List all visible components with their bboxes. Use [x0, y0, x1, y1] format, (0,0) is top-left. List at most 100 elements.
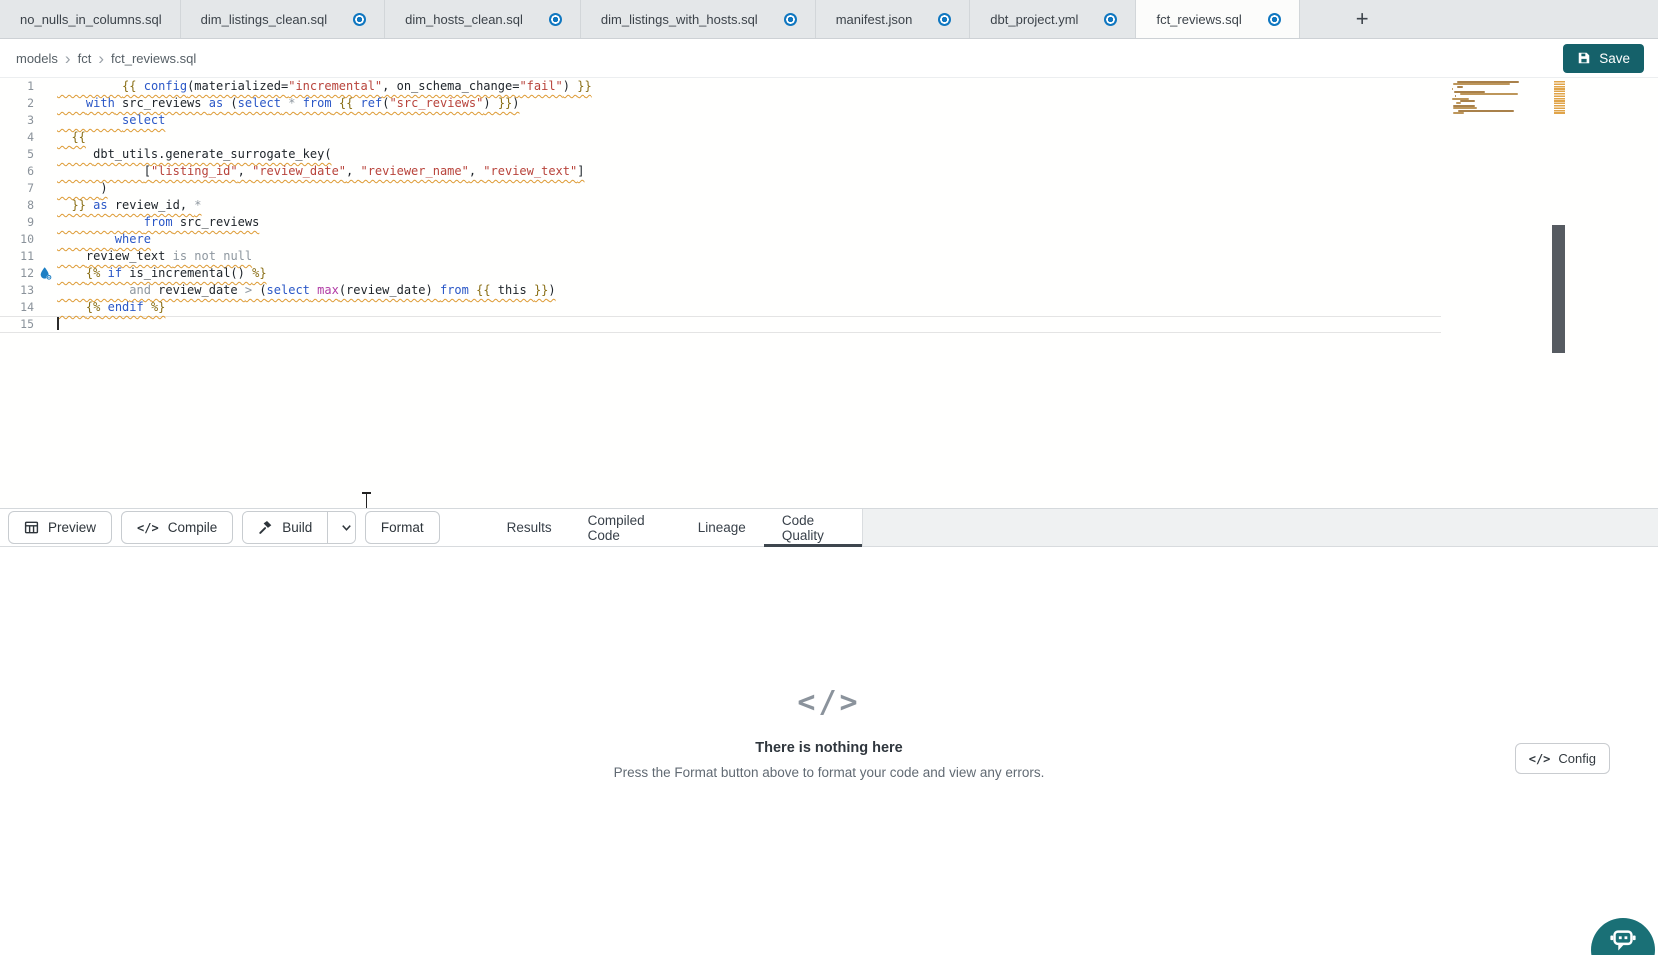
config-button[interactable]: </> Config [1515, 743, 1610, 774]
code-line-4[interactable]: 4 {{ [0, 129, 1441, 146]
code-line-8[interactable]: 8 }} as review_id, * [0, 197, 1441, 214]
token: (review_date) [339, 283, 440, 297]
panel-tab-code-quality[interactable]: Code Quality [764, 509, 862, 547]
token: with [86, 96, 115, 110]
file-tab-fct_reviews.sql[interactable]: fct_reviews.sql [1136, 0, 1299, 38]
code-line-13[interactable]: 13 and review_date > (select max(review_… [0, 282, 1441, 299]
token: , [346, 164, 360, 178]
file-tab-dim_listings_with_hosts.sql[interactable]: dim_listings_with_hosts.sql [581, 0, 816, 38]
code-line-15[interactable]: 15 [0, 316, 1441, 333]
code-line-14[interactable]: 14 {% endif %} [0, 299, 1441, 316]
code-line-3[interactable]: 3 select [0, 112, 1441, 129]
file-tab-no_nulls_in_columns.sql[interactable]: no_nulls_in_columns.sql [0, 0, 181, 38]
token: , [238, 164, 252, 178]
token [57, 266, 86, 280]
code-text: {% endif %} [57, 299, 165, 316]
token: and [129, 283, 151, 297]
panel-tab-compiled-code[interactable]: Compiled Code [570, 509, 680, 547]
editor-minimap[interactable] [1450, 81, 1547, 117]
preview-button[interactable]: Preview [8, 511, 112, 544]
code-editor[interactable]: 1 {{ config(materialized="incremental", … [0, 78, 1658, 508]
glyph-margin [34, 214, 57, 231]
token: * [194, 198, 201, 212]
line-number: 11 [0, 248, 34, 265]
save-button[interactable]: Save [1563, 44, 1644, 73]
token: config [144, 79, 187, 93]
code-line-6[interactable]: 6 ["listing_id", "review_date", "reviewe… [0, 163, 1441, 180]
code-text: ) [57, 180, 108, 197]
panel-tab-strip: ResultsCompiled CodeLineageCode Quality [489, 509, 862, 547]
unsaved-changes-dot [938, 13, 951, 26]
line-number: 13 [0, 282, 34, 299]
breadcrumb-item[interactable]: fct [78, 51, 92, 66]
token [57, 300, 86, 314]
code-text: dbt_utils.generate_surrogate_key( [57, 146, 332, 163]
token [100, 266, 107, 280]
token [57, 215, 144, 229]
tab-label: no_nulls_in_columns.sql [20, 12, 162, 27]
token: ) [100, 181, 107, 195]
token: [ [144, 164, 151, 178]
file-tab-manifest.json[interactable]: manifest.json [816, 0, 971, 38]
token: not [194, 249, 216, 263]
line-number: 7 [0, 180, 34, 197]
token: if [108, 266, 122, 280]
token: is [173, 249, 187, 263]
file-tab-dbt_project.yml[interactable]: dbt_project.yml [970, 0, 1136, 38]
breadcrumb-item[interactable]: fct_reviews.sql [111, 51, 196, 66]
code-line-1[interactable]: 1 {{ config(materialized="incremental", … [0, 78, 1441, 95]
token: max [317, 283, 339, 297]
line-number: 15 [0, 316, 34, 333]
token: from [440, 283, 469, 297]
empty-state: </> There is nothing here Press the Form… [0, 685, 1658, 780]
glyph-margin [34, 248, 57, 265]
dbt-quick-action-droplet-icon[interactable] [34, 265, 57, 282]
file-tab-dim_listings_clean.sql[interactable]: dim_listings_clean.sql [181, 0, 385, 38]
code-text: {{ [57, 129, 86, 146]
compile-button[interactable]: </> Compile [121, 511, 233, 544]
chevron-down-icon [339, 520, 354, 535]
code-line-5[interactable]: 5 dbt_utils.generate_surrogate_key( [0, 146, 1441, 163]
code-line-10[interactable]: 10 where [0, 231, 1441, 248]
panel-tab-lineage[interactable]: Lineage [680, 509, 764, 547]
code-text: with src_reviews as (select * from {{ re… [57, 95, 520, 112]
token: review_id, [108, 198, 195, 212]
token: select [122, 113, 165, 127]
panel-tab-results[interactable]: Results [489, 509, 570, 547]
unsaved-changes-dot [353, 13, 366, 26]
build-dropdown-button[interactable] [327, 512, 356, 543]
token: %} [151, 300, 165, 314]
token: {{ [339, 96, 353, 110]
token [57, 164, 144, 178]
new-tab-button[interactable]: + [1342, 0, 1383, 38]
token: {{ [476, 283, 490, 297]
code-line-2[interactable]: 2 with src_reviews as (select * from {{ … [0, 95, 1441, 112]
code-brackets-icon: </> [1529, 752, 1551, 766]
token: as [93, 198, 107, 212]
token: {{ [122, 79, 136, 93]
code-brackets-icon: </> [797, 685, 860, 720]
token: }} [71, 198, 85, 212]
code-line-11[interactable]: 11 review_text is not null [0, 248, 1441, 265]
file-tab-dim_hosts_clean.sql[interactable]: dim_hosts_clean.sql [385, 0, 581, 38]
unsaved-changes-dot [1268, 13, 1281, 26]
code-line-9[interactable]: 9 from src_reviews [0, 214, 1441, 231]
breadcrumb-item[interactable]: models [16, 51, 58, 66]
unsaved-changes-dot [784, 13, 797, 26]
build-button[interactable]: Build [243, 512, 327, 543]
token: > [245, 283, 252, 297]
format-button[interactable]: Format [365, 511, 440, 544]
code-text: {% if is_incremental() %} [57, 265, 267, 282]
editor-scrollbar-thumb[interactable] [1552, 225, 1565, 353]
token [332, 96, 339, 110]
token: ] [577, 164, 584, 178]
glyph-margin [34, 78, 57, 95]
code-line-7[interactable]: 7 ) [0, 180, 1441, 197]
token: "reviewer_name" [360, 164, 468, 178]
token: "listing_id" [151, 164, 238, 178]
code-text: from src_reviews [57, 214, 259, 231]
code-line-12[interactable]: 12 {% if is_incremental() %} [0, 265, 1441, 282]
token: {{ [71, 130, 85, 144]
token [144, 300, 151, 314]
token [57, 147, 93, 161]
